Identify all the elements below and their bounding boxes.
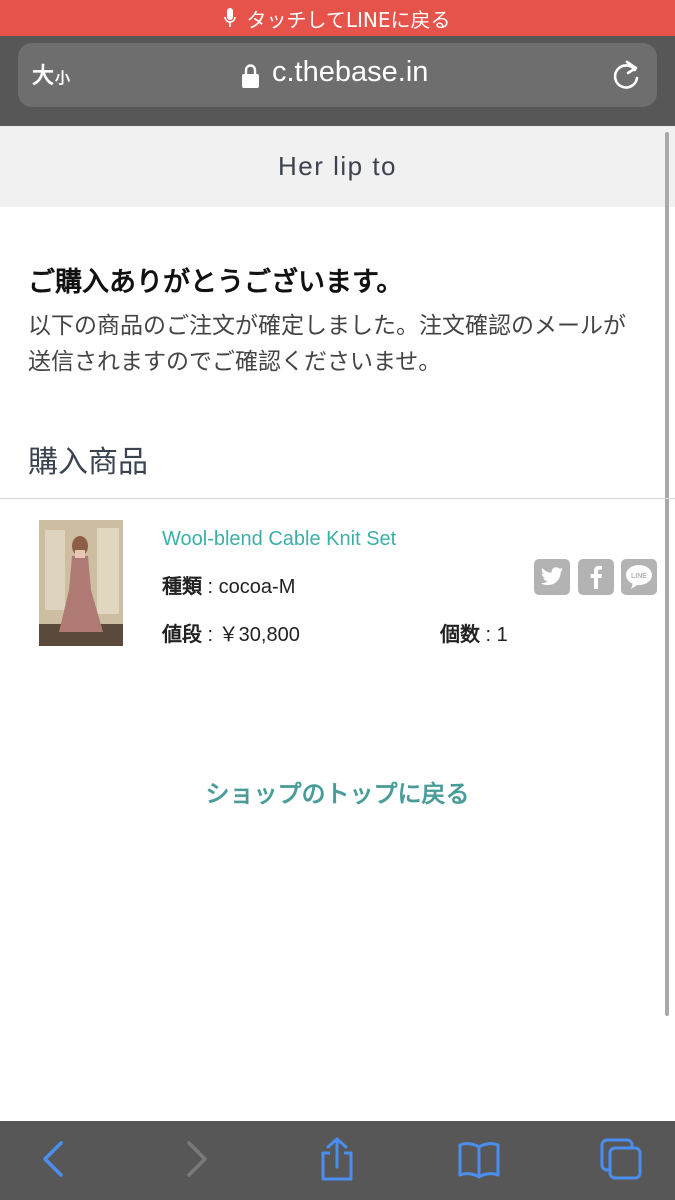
scrollbar[interactable] (665, 132, 669, 1016)
forward-arrow-icon[interactable] (175, 1137, 219, 1181)
banner-label: タッチしてLINEに戻る (246, 7, 451, 32)
text-size-button[interactable]: 大小 (32, 58, 71, 90)
share-icon[interactable] (315, 1137, 359, 1181)
share-line-button[interactable]: LINE (621, 559, 657, 595)
tabs-icon[interactable] (599, 1137, 643, 1181)
product-thumbnail[interactable] (39, 520, 123, 646)
back-to-shop-top-link[interactable]: ショップのトップに戻る (0, 774, 675, 809)
confirmation-message: 以下の商品のご注文が確定しました。注文確認のメールが送信されますのでご確認くださ… (28, 313, 626, 375)
back-arrow-icon[interactable] (31, 1137, 75, 1181)
url-text[interactable]: c.thebase.in (272, 56, 428, 89)
share-facebook-button[interactable] (578, 559, 614, 595)
line-icon: LINE (626, 565, 652, 589)
bookmarks-icon[interactable] (457, 1137, 501, 1181)
product-price: 値段 : ￥30,800 (162, 624, 300, 646)
product-quantity: 個数 : 1 (440, 624, 508, 646)
shop-header[interactable]: Her lip to (0, 126, 675, 207)
product-name-link[interactable]: Wool-blend Cable Knit Set (162, 528, 396, 551)
thank-you-heading: ご購入ありがとうございます。 (28, 267, 404, 298)
twitter-icon (541, 567, 563, 586)
return-to-line-banner[interactable]: タッチしてLINEに戻る (0, 0, 675, 36)
share-twitter-button[interactable] (534, 559, 570, 595)
microphone-icon (224, 8, 237, 27)
divider (0, 498, 675, 499)
lock-icon (242, 64, 259, 88)
purchased-items-title: 購入商品 (28, 445, 148, 480)
svg-text:LINE: LINE (631, 573, 647, 580)
facebook-icon (590, 565, 602, 589)
product-variant: 種類 : cocoa-M (162, 576, 296, 598)
shop-name[interactable]: Her lip to (278, 151, 397, 182)
reload-icon[interactable] (609, 58, 643, 92)
